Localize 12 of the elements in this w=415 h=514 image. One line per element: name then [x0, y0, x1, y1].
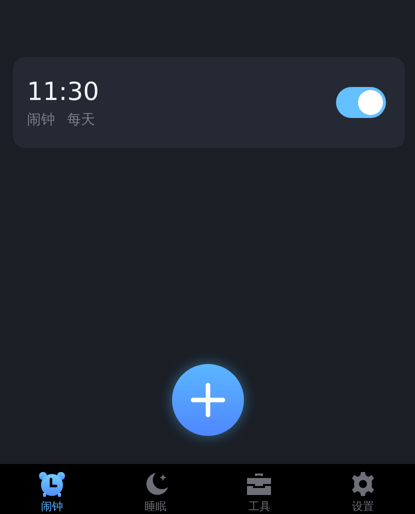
add-button[interactable] — [172, 364, 244, 436]
alarm-label: 闹钟 — [27, 110, 55, 128]
alarm-repeat: 每天 — [67, 110, 95, 128]
plus-icon — [190, 382, 226, 418]
alarm-clock-icon — [38, 470, 66, 498]
nav-tab[interactable]: 设置 — [311, 464, 415, 514]
nav-tab[interactable]: 睡眠 — [104, 464, 208, 514]
alarm-time: 11:30 — [27, 76, 100, 106]
alarm-toggle[interactable] — [336, 87, 386, 118]
nav-tab[interactable]: 工具 — [208, 464, 312, 514]
alarm-card[interactable]: 11:30 闹钟 每天 — [13, 57, 405, 148]
nav-tab[interactable]: 闹钟 — [0, 464, 104, 514]
